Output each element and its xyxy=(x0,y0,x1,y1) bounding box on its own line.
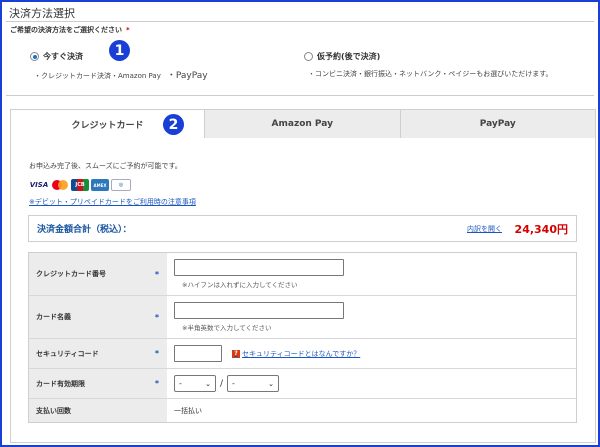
expiry-label-text: カード有効期限 xyxy=(36,379,85,388)
card-number-cell: ※ハイフンは入れずに入力してください xyxy=(167,253,576,295)
card-number-label: クレジットカード番号 * xyxy=(29,253,167,295)
card-brand-logos: VISA JCB AMEX ◎ xyxy=(29,179,131,191)
installments-label: 支払い回数 xyxy=(29,399,167,422)
form-row-installments: 支払い回数 一括払い xyxy=(29,399,576,422)
pay-now-label: 今すぐ決済 xyxy=(43,52,83,61)
subtitle-text: ご希望の決済方法をご選択ください xyxy=(10,26,122,34)
pay-now-desc-paypay: ・PayPay xyxy=(166,71,208,81)
pay-now-desc-text: ・クレジットカード決済・Amazon Pay xyxy=(34,72,161,80)
pay-now-option[interactable]: 今すぐ決済 xyxy=(30,51,83,62)
security-code-cell: ? セキュリティコードとはなんですか？ xyxy=(167,339,576,368)
installments-label-text: 支払い回数 xyxy=(36,406,71,415)
security-code-help-text: セキュリティコードとはなんですか？ xyxy=(242,349,361,358)
total-label: 決済金額合計（税込）： xyxy=(37,225,132,235)
mastercard-logo xyxy=(51,179,69,191)
expiry-cell: - ⌄ / - ⌄ xyxy=(167,369,576,398)
visa-logo: VISA xyxy=(29,179,49,191)
card-number-hint: ※ハイフンは入れずに入力してください xyxy=(182,281,298,289)
debit-prepaid-notice-link[interactable]: ※デビット・プリペイドカードをご利用時の注意事項 xyxy=(29,197,196,207)
required-star: * xyxy=(154,349,159,358)
card-name-label: カード名義 * xyxy=(29,296,167,338)
payment-method-frame: 決済方法選択 ご希望の決済方法をご選択ください * 今すぐ決済 ・クレジットカード… xyxy=(0,0,600,447)
card-number-input[interactable] xyxy=(174,259,344,276)
installments-cell: 一括払い xyxy=(167,399,576,422)
panel-intro-text: お申込み完了後、スムーズにご予約が可能です。 xyxy=(29,162,182,170)
pay-later-option[interactable]: 仮予約(後で決済) xyxy=(304,51,380,62)
amex-logo: AMEX xyxy=(91,179,109,191)
card-name-cell: ※半角英数で入力してください xyxy=(167,296,576,338)
pay-now-description: ・クレジットカード決済・Amazon Pay ・PayPay xyxy=(34,68,208,81)
tab-paypay[interactable]: PayPay xyxy=(400,109,596,139)
question-icon: ? xyxy=(232,349,240,358)
required-star: * xyxy=(154,379,159,388)
step-2-badge: 2 xyxy=(163,114,184,135)
section-divider xyxy=(6,95,594,96)
pay-later-radio[interactable] xyxy=(304,52,313,61)
security-code-label: セキュリティコード * xyxy=(29,339,167,368)
expiry-year-select[interactable]: - ⌄ xyxy=(227,375,280,392)
security-code-line: ? セキュリティコードとはなんですか？ xyxy=(174,345,576,362)
installments-value: 一括払い xyxy=(174,406,202,415)
total-amount: 24,340円 xyxy=(514,222,568,236)
expiry-year-value: - xyxy=(232,379,235,388)
title-divider xyxy=(6,21,594,22)
security-code-help-link[interactable]: ? セキュリティコードとはなんですか？ xyxy=(232,349,360,359)
tab-amazon-pay[interactable]: Amazon Pay xyxy=(205,109,401,139)
form-row-card-name: カード名義 * ※半角英数で入力してください xyxy=(29,296,576,339)
card-name-label-text: カード名義 xyxy=(36,313,71,321)
required-star: * xyxy=(154,269,159,279)
pay-later-label: 仮予約(後で決済) xyxy=(317,52,381,61)
required-mark: * xyxy=(126,26,130,34)
pay-now-radio[interactable] xyxy=(30,52,39,61)
form-row-expiry: カード有効期限 * - ⌄ / - ⌄ xyxy=(29,369,576,399)
chevron-down-icon: ⌄ xyxy=(268,379,275,388)
breakdown-link[interactable]: 内訳を開く xyxy=(467,224,502,234)
credit-card-form: クレジットカード番号 * ※ハイフンは入れずに入力してください カード名義 * … xyxy=(28,252,577,423)
security-code-input[interactable] xyxy=(174,345,222,362)
card-name-input[interactable] xyxy=(174,302,344,319)
expiry-label: カード有効期限 * xyxy=(29,369,167,398)
expiry-selects: - ⌄ / - ⌄ xyxy=(174,375,576,392)
chevron-down-icon: ⌄ xyxy=(205,379,211,388)
expiry-separator: / xyxy=(220,378,224,389)
step-1-badge: 1 xyxy=(109,40,130,61)
form-row-card-number: クレジットカード番号 * ※ハイフンは入れずに入力してください xyxy=(29,253,576,296)
card-name-hint: ※半角英数で入力してください xyxy=(182,324,272,332)
required-star: * xyxy=(154,312,159,322)
expiry-month-select[interactable]: - ⌄ xyxy=(174,375,216,392)
total-amount-box: 決済金額合計（税込）： 内訳を開く 24,340円 xyxy=(28,215,577,242)
card-number-label-text: クレジットカード番号 xyxy=(36,270,106,278)
form-row-security-code: セキュリティコード * ? セキュリティコードとはなんですか？ xyxy=(29,339,576,369)
expiry-month-value: - xyxy=(179,379,182,388)
jcb-logo: JCB xyxy=(71,179,89,191)
section-subtitle: ご希望の決済方法をご選択ください * xyxy=(10,25,130,35)
pay-later-description: ・コンビニ決済・銀行振込・ネットバンク・ペイジーもお選びいただけます。 xyxy=(308,70,553,78)
section-title: 決済方法選択 xyxy=(9,7,75,20)
diners-logo: ◎ xyxy=(111,179,131,191)
payment-tabs: クレジットカード Amazon Pay PayPay xyxy=(10,109,596,139)
security-code-label-text: セキュリティコード xyxy=(36,349,99,358)
